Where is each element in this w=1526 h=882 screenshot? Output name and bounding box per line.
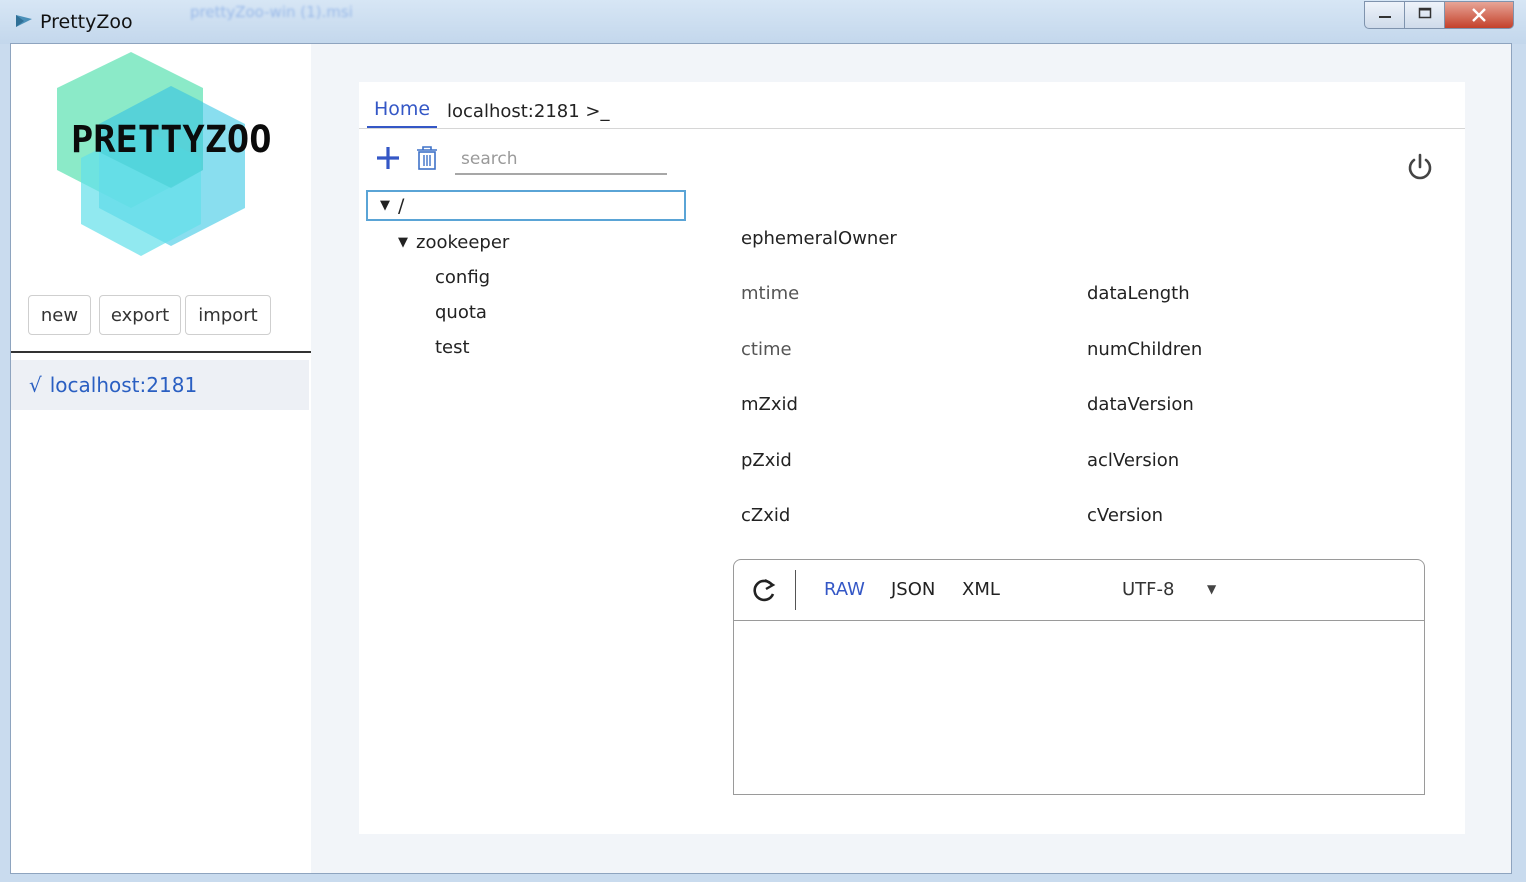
disconnect-button[interactable] xyxy=(1405,152,1435,186)
close-button[interactable] xyxy=(1444,1,1514,29)
server-list-item[interactable]: √ localhost:2181 xyxy=(11,360,309,410)
connected-check-icon: √ xyxy=(29,373,42,397)
logo: PRETTYZOO xyxy=(51,48,311,276)
tab-home[interactable]: Home xyxy=(367,94,437,129)
sidebar: PRETTYZOO new export import √ localhost:… xyxy=(11,44,311,873)
tree-node-label: / xyxy=(398,194,405,217)
tree-node-quota[interactable]: quota xyxy=(435,302,487,323)
tree-node-root[interactable]: ▼ / xyxy=(366,190,686,221)
title-bar[interactable]: PrettyZoo prettyZoo-win (1).msi xyxy=(0,0,1526,44)
field-mtime: mtime xyxy=(741,283,800,304)
node-data-editor: RAW JSON XML UTF-8 ▼ xyxy=(733,559,1425,795)
toolbar-divider xyxy=(795,570,796,610)
refresh-button[interactable] xyxy=(752,576,778,608)
field-num-children: numChildren xyxy=(1087,339,1203,360)
format-xml-button[interactable]: XML xyxy=(962,579,1000,600)
field-czxid: cZxid xyxy=(741,505,791,526)
tab-divider xyxy=(359,128,1465,129)
export-button[interactable]: export xyxy=(99,295,181,335)
format-json-button[interactable]: JSON xyxy=(891,579,935,600)
app-icon xyxy=(14,12,34,34)
data-text-area[interactable] xyxy=(734,621,1424,794)
expand-triangle-icon[interactable]: ▼ xyxy=(398,235,408,250)
field-data-length: dataLength xyxy=(1087,283,1190,304)
field-c-version: cVersion xyxy=(1087,505,1164,526)
main-panel: Home localhost:2181 >_ search ▼ / ▼ zook… xyxy=(359,82,1465,834)
expand-triangle-icon[interactable]: ▼ xyxy=(380,198,390,213)
logo-text: PRETTYZOO xyxy=(71,118,271,161)
tab-server-terminal[interactable]: localhost:2181 >_ xyxy=(447,101,609,122)
minimize-icon xyxy=(1378,7,1392,23)
field-data-version: dataVersion xyxy=(1087,394,1194,415)
field-ctime: ctime xyxy=(741,339,792,360)
chevron-down-icon[interactable]: ▼ xyxy=(1207,582,1216,596)
maximize-icon xyxy=(1418,7,1432,23)
plus-icon xyxy=(375,147,401,175)
search-input[interactable] xyxy=(455,144,667,175)
tree-node-zookeeper[interactable]: ▼ zookeeper xyxy=(398,232,509,253)
background-window-title: prettyZoo-win (1).msi xyxy=(190,3,353,21)
delete-node-button[interactable] xyxy=(415,144,439,176)
window-client: PRETTYZOO new export import √ localhost:… xyxy=(10,43,1512,874)
power-icon xyxy=(1405,153,1435,186)
editor-toolbar: RAW JSON XML UTF-8 ▼ xyxy=(734,560,1424,621)
close-icon xyxy=(1471,3,1487,27)
window-title: PrettyZoo xyxy=(40,11,133,33)
new-button[interactable]: new xyxy=(28,295,91,335)
server-label: localhost:2181 xyxy=(49,373,198,397)
tree-node-config[interactable]: config xyxy=(435,267,490,288)
maximize-button[interactable] xyxy=(1404,1,1444,29)
sidebar-divider xyxy=(11,351,311,353)
field-pzxid: pZxid xyxy=(741,450,792,471)
add-node-button[interactable] xyxy=(375,145,401,175)
format-raw-button[interactable]: RAW xyxy=(824,579,865,600)
field-mzxid: mZxid xyxy=(741,394,798,415)
minimize-button[interactable] xyxy=(1364,1,1404,29)
import-button[interactable]: import xyxy=(185,295,271,335)
field-acl-version: aclVersion xyxy=(1087,450,1180,471)
refresh-icon xyxy=(752,578,778,608)
field-ephemeral-owner: ephemeralOwner xyxy=(741,228,897,249)
charset-select[interactable]: UTF-8 xyxy=(1122,579,1174,600)
tree-node-test[interactable]: test xyxy=(435,337,470,358)
trash-icon xyxy=(415,146,439,176)
tree-node-label: zookeeper xyxy=(416,232,510,253)
